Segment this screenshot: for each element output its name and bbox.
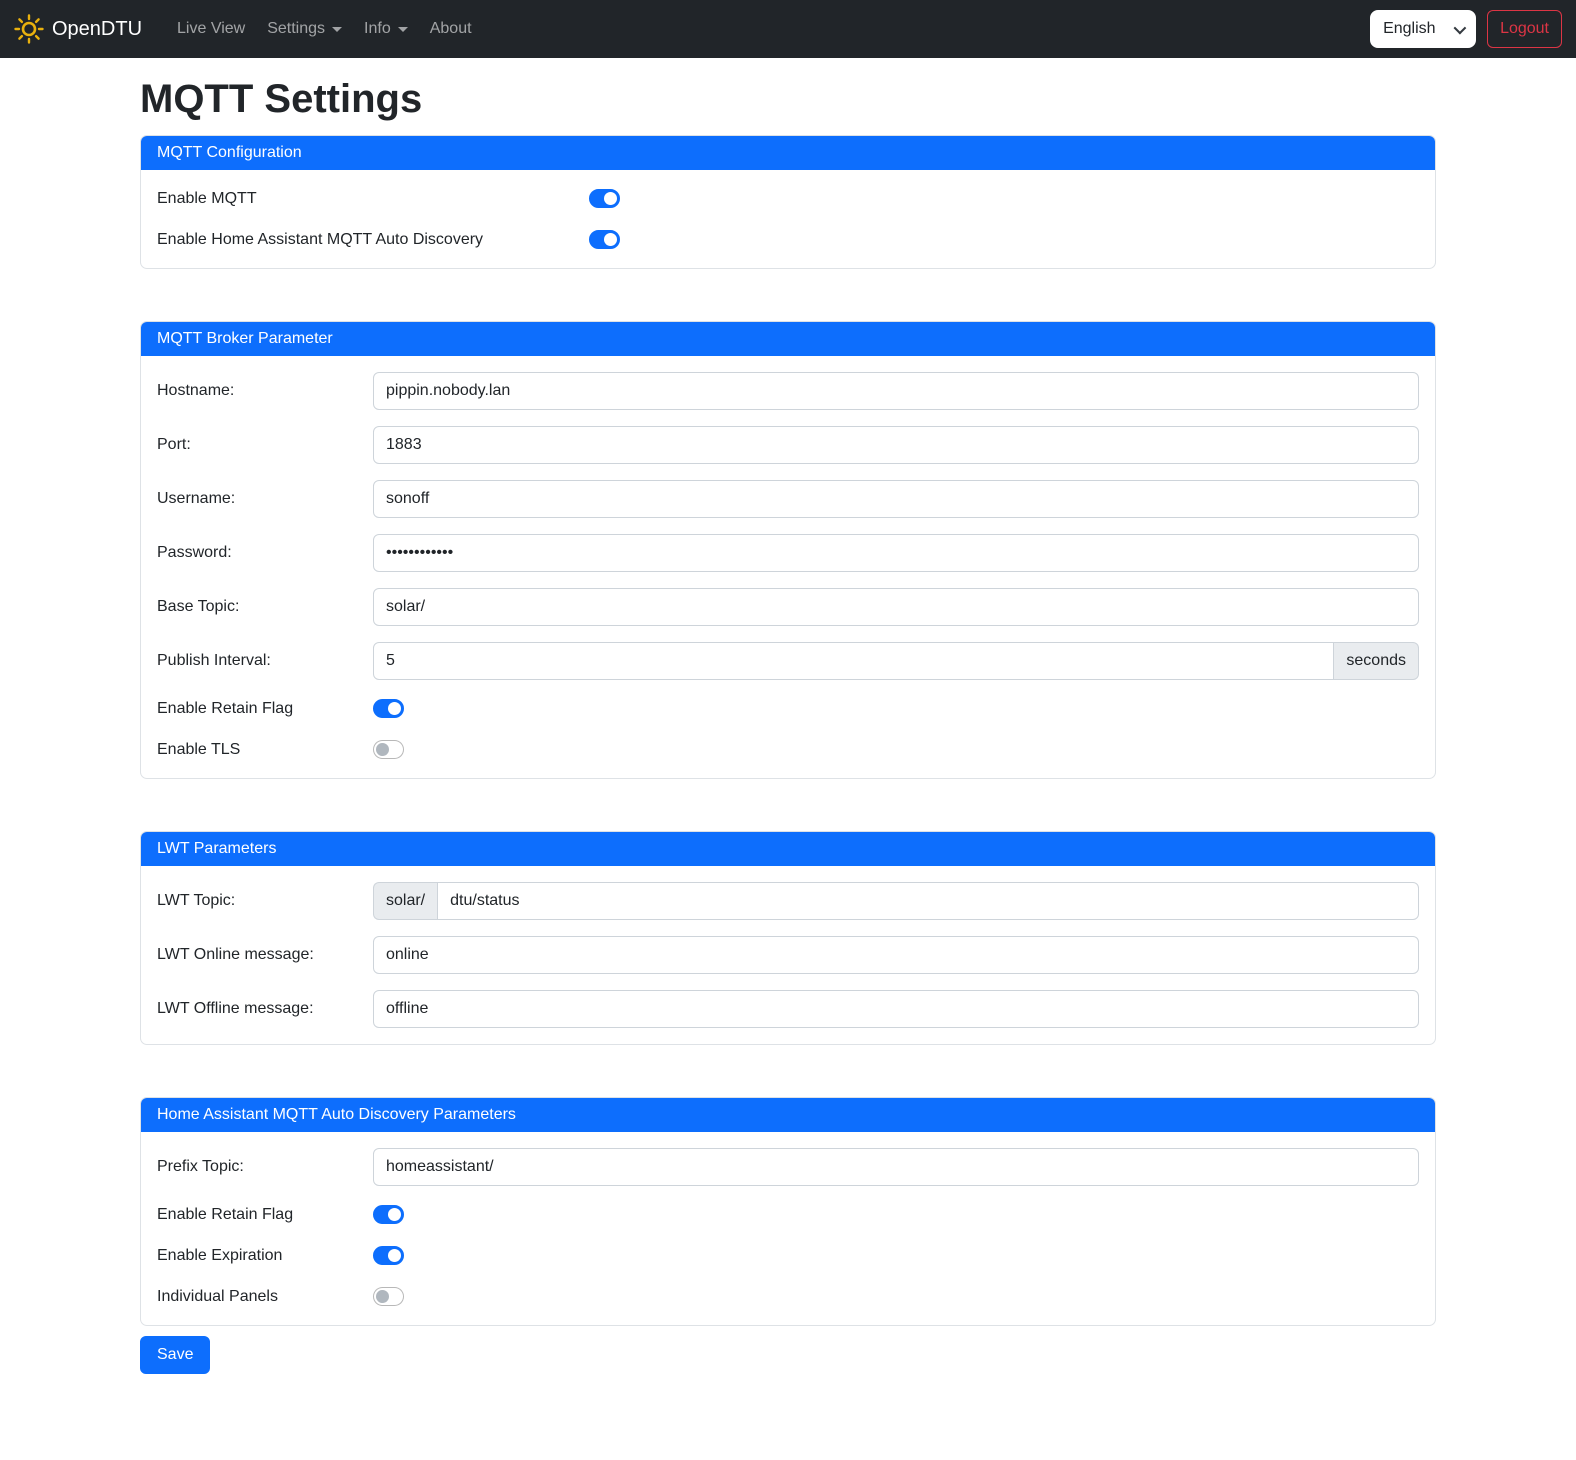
logout-button[interactable]: Logout <box>1487 10 1562 48</box>
username-label: Username: <box>157 490 373 508</box>
nav-item-settings[interactable]: Settings <box>256 12 353 46</box>
sun-logo-icon <box>14 14 44 44</box>
lwt-online-input[interactable] <box>373 936 1419 974</box>
caret-down-icon <box>398 27 408 32</box>
retain-flag-toggle[interactable] <box>373 699 404 718</box>
hostname-row: Hostname: <box>157 372 1419 410</box>
base-topic-row: Base Topic: <box>157 588 1419 626</box>
save-button[interactable]: Save <box>140 1336 210 1374</box>
enable-mqtt-toggle[interactable] <box>589 189 620 208</box>
password-label: Password: <box>157 544 373 562</box>
lwt-topic-label: LWT Topic: <box>157 892 373 910</box>
brand-label: OpenDTU <box>52 18 142 41</box>
ha-discovery-card: Home Assistant MQTT Auto Discovery Param… <box>140 1097 1436 1326</box>
navbar: OpenDTU Live View Settings Info About En… <box>0 0 1576 58</box>
username-row: Username: <box>157 480 1419 518</box>
prefix-topic-input[interactable] <box>373 1148 1419 1186</box>
card-header: MQTT Configuration <box>141 136 1435 170</box>
publish-interval-unit: seconds <box>1334 642 1419 680</box>
ha-expiration-label: Enable Expiration <box>157 1247 373 1265</box>
ha-expiration-toggle[interactable] <box>373 1246 404 1265</box>
mqtt-broker-card: MQTT Broker Parameter Hostname: Port: Us… <box>140 321 1436 779</box>
hostname-label: Hostname: <box>157 382 373 400</box>
chevron-down-icon <box>1454 21 1467 34</box>
enable-mqtt-label: Enable MQTT <box>157 190 589 208</box>
lwt-topic-prefix: solar/ <box>373 882 437 920</box>
lwt-topic-row: LWT Topic: solar/ <box>157 882 1419 920</box>
individual-panels-toggle[interactable] <box>373 1287 404 1306</box>
lwt-topic-input[interactable] <box>437 882 1419 920</box>
ha-expiration-row: Enable Expiration <box>157 1243 1419 1268</box>
card-header: LWT Parameters <box>141 832 1435 866</box>
toggle-knob <box>376 1290 389 1303</box>
card-header: MQTT Broker Parameter <box>141 322 1435 356</box>
language-select[interactable]: English <box>1370 10 1476 48</box>
card-body: Hostname: Port: Username: Password: Base… <box>141 356 1435 778</box>
card-body: Enable MQTT Enable Home Assistant MQTT A… <box>141 170 1435 268</box>
toggle-knob <box>604 192 617 205</box>
card-header: Home Assistant MQTT Auto Discovery Param… <box>141 1098 1435 1132</box>
prefix-topic-row: Prefix Topic: <box>157 1148 1419 1186</box>
hostname-input[interactable] <box>373 372 1419 410</box>
ha-retain-row: Enable Retain Flag <box>157 1202 1419 1227</box>
ha-retain-label: Enable Retain Flag <box>157 1206 373 1224</box>
main-content: MQTT Settings MQTT Configuration Enable … <box>128 77 1448 1394</box>
retain-flag-label: Enable Retain Flag <box>157 700 373 718</box>
nav-item-about[interactable]: About <box>419 12 483 46</box>
toggle-knob <box>388 702 401 715</box>
password-row: Password: <box>157 534 1419 572</box>
port-label: Port: <box>157 436 373 454</box>
ha-retain-toggle[interactable] <box>373 1205 404 1224</box>
lwt-online-row: LWT Online message: <box>157 936 1419 974</box>
enable-ha-discovery-toggle[interactable] <box>589 230 620 249</box>
card-body: LWT Topic: solar/ LWT Online message: LW… <box>141 866 1435 1044</box>
lwt-offline-input[interactable] <box>373 990 1419 1028</box>
individual-panels-row: Individual Panels <box>157 1284 1419 1309</box>
lwt-card: LWT Parameters LWT Topic: solar/ LWT Onl… <box>140 831 1436 1045</box>
publish-interval-input[interactable] <box>373 642 1334 680</box>
lwt-offline-label: LWT Offline message: <box>157 1000 373 1018</box>
mqtt-configuration-card: MQTT Configuration Enable MQTT Enable Ho… <box>140 135 1436 269</box>
nav-item-label: Settings <box>267 20 325 38</box>
base-topic-input[interactable] <box>373 588 1419 626</box>
lwt-offline-row: LWT Offline message: <box>157 990 1419 1028</box>
enable-ha-discovery-row: Enable Home Assistant MQTT Auto Discover… <box>157 227 1419 252</box>
nav-item-live-view[interactable]: Live View <box>166 12 256 46</box>
publish-interval-label: Publish Interval: <box>157 652 373 670</box>
toggle-knob <box>376 743 389 756</box>
toggle-knob <box>388 1249 401 1262</box>
password-input[interactable] <box>373 534 1419 572</box>
nav-item-label: About <box>430 20 472 38</box>
brand[interactable]: OpenDTU <box>14 14 142 44</box>
toggle-knob <box>388 1208 401 1221</box>
individual-panels-label: Individual Panels <box>157 1288 373 1306</box>
retain-flag-row: Enable Retain Flag <box>157 696 1419 721</box>
port-row: Port: <box>157 426 1419 464</box>
tls-row: Enable TLS <box>157 737 1419 762</box>
prefix-topic-label: Prefix Topic: <box>157 1158 373 1176</box>
username-input[interactable] <box>373 480 1419 518</box>
tls-label: Enable TLS <box>157 741 373 759</box>
publish-interval-row: Publish Interval: seconds <box>157 642 1419 680</box>
nav-item-info[interactable]: Info <box>353 12 419 46</box>
tls-toggle[interactable] <box>373 740 404 759</box>
nav-item-label: Info <box>364 20 391 38</box>
nav-item-label: Live View <box>177 20 245 38</box>
toggle-knob <box>604 233 617 246</box>
enable-mqtt-row: Enable MQTT <box>157 186 1419 211</box>
language-select-value: English <box>1383 20 1435 38</box>
nav-links: Live View Settings Info About <box>166 12 483 46</box>
card-body: Prefix Topic: Enable Retain Flag Enable … <box>141 1132 1435 1325</box>
caret-down-icon <box>332 27 342 32</box>
base-topic-label: Base Topic: <box>157 598 373 616</box>
enable-ha-discovery-label: Enable Home Assistant MQTT Auto Discover… <box>157 231 589 249</box>
page-title: MQTT Settings <box>140 77 1436 122</box>
lwt-online-label: LWT Online message: <box>157 946 373 964</box>
port-input[interactable] <box>373 426 1419 464</box>
